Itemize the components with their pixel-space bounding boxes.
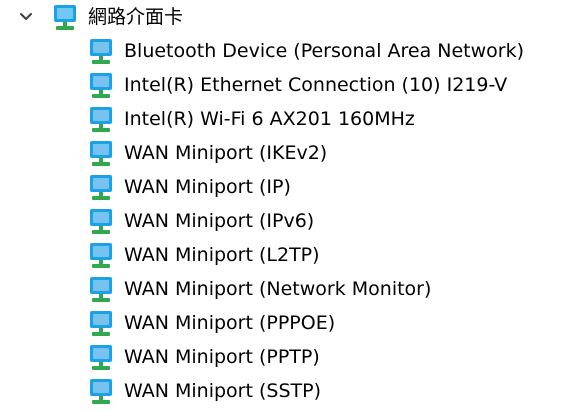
category-network-adapters[interactable]: 網路介面卡 <box>14 2 183 32</box>
device-item[interactable]: Bluetooth Device (Personal Area Network) <box>86 36 524 66</box>
network-adapter-icon <box>86 240 116 270</box>
device-item[interactable]: Intel(R) Wi-Fi 6 AX201 160MHz <box>86 104 415 134</box>
network-adapter-icon <box>86 36 116 66</box>
network-adapter-icon <box>86 70 116 100</box>
network-adapter-icon <box>86 138 116 168</box>
network-adapter-tree[interactable]: 網路介面卡 Bluetooth Device (Personal Area Ne… <box>0 0 565 408</box>
device-label: WAN Miniport (SSTP) <box>124 380 321 402</box>
network-adapter-icon <box>86 342 116 372</box>
device-item[interactable]: WAN Miniport (Network Monitor) <box>86 274 431 304</box>
device-label: WAN Miniport (L2TP) <box>124 244 320 266</box>
network-adapter-icon <box>86 376 116 406</box>
device-item[interactable]: WAN Miniport (IKEv2) <box>86 138 327 168</box>
device-label: Intel(R) Wi-Fi 6 AX201 160MHz <box>124 108 415 130</box>
network-adapter-icon <box>86 104 116 134</box>
network-adapter-icon <box>86 172 116 202</box>
device-item[interactable]: WAN Miniport (IPv6) <box>86 206 314 236</box>
device-label: Bluetooth Device (Personal Area Network) <box>124 40 525 62</box>
chevron-down-icon[interactable] <box>14 2 38 32</box>
device-label: WAN Miniport (IPv6) <box>124 210 315 232</box>
device-item[interactable]: WAN Miniport (IP) <box>86 172 291 202</box>
device-label: WAN Miniport (IKEv2) <box>124 142 328 164</box>
device-item[interactable]: WAN Miniport (L2TP) <box>86 240 320 270</box>
device-label: Intel(R) Ethernet Connection (10) I219-V <box>124 74 508 96</box>
device-label: WAN Miniport (Network Monitor) <box>124 278 432 300</box>
device-item[interactable]: WAN Miniport (PPTP) <box>86 342 320 372</box>
network-adapter-icon <box>86 308 116 338</box>
device-item[interactable]: WAN Miniport (SSTP) <box>86 376 321 406</box>
network-adapter-icon <box>86 274 116 304</box>
device-label: WAN Miniport (PPPOE) <box>124 312 336 334</box>
device-label: WAN Miniport (PPTP) <box>124 346 320 368</box>
device-label: WAN Miniport (IP) <box>124 176 291 198</box>
device-item[interactable]: Intel(R) Ethernet Connection (10) I219-V <box>86 70 507 100</box>
category-label: 網路介面卡 <box>88 6 184 28</box>
network-adapter-icon <box>86 206 116 236</box>
device-item[interactable]: WAN Miniport (PPPOE) <box>86 308 335 338</box>
network-adapter-icon <box>50 2 80 32</box>
